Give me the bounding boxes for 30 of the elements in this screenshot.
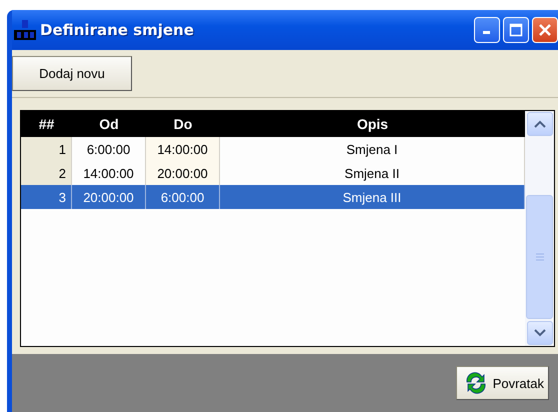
close-button[interactable] — [532, 17, 558, 43]
column-header: Do — [172, 116, 194, 132]
scroll-down-button[interactable] — [526, 321, 552, 345]
table-cell: 2 — [21, 161, 72, 185]
table-cell: 3 — [21, 185, 72, 209]
caret-down-icon — [534, 329, 546, 337]
table-row[interactable]: 3 20:00:00 6:00:00 Smjena III — [21, 185, 525, 209]
back-button[interactable]: Povratak — [456, 366, 549, 400]
table-cell: 1 — [21, 137, 72, 161]
caret-up-icon — [534, 120, 546, 128]
table-cell: 6:00:00 — [146, 185, 220, 209]
column-header: ## — [38, 116, 56, 132]
scrollbar-thumb[interactable] — [526, 195, 553, 319]
scroll-up-button[interactable] — [526, 112, 552, 136]
grip-icon — [536, 253, 544, 261]
table-row[interactable]: 1 6:00:00 14:00:00 Smjena I — [21, 137, 525, 161]
minimize-button[interactable] — [474, 17, 500, 43]
maximize-button[interactable] — [503, 17, 529, 43]
table-cell: 20:00:00 — [146, 161, 220, 185]
table-cell: Smjena III — [220, 185, 525, 209]
column-header: Opis — [356, 116, 390, 132]
app-logo-icon — [14, 20, 36, 40]
add-new-button[interactable]: Dodaj novu — [12, 56, 132, 91]
refresh-icon — [464, 372, 488, 394]
table-cell: 14:00:00 — [146, 137, 220, 161]
table-cell: 20:00:00 — [72, 185, 146, 209]
column-header: Od — [98, 116, 120, 132]
window-title: Definirane smjene — [40, 21, 195, 39]
close-icon — [537, 22, 553, 38]
maximize-icon — [509, 23, 523, 37]
